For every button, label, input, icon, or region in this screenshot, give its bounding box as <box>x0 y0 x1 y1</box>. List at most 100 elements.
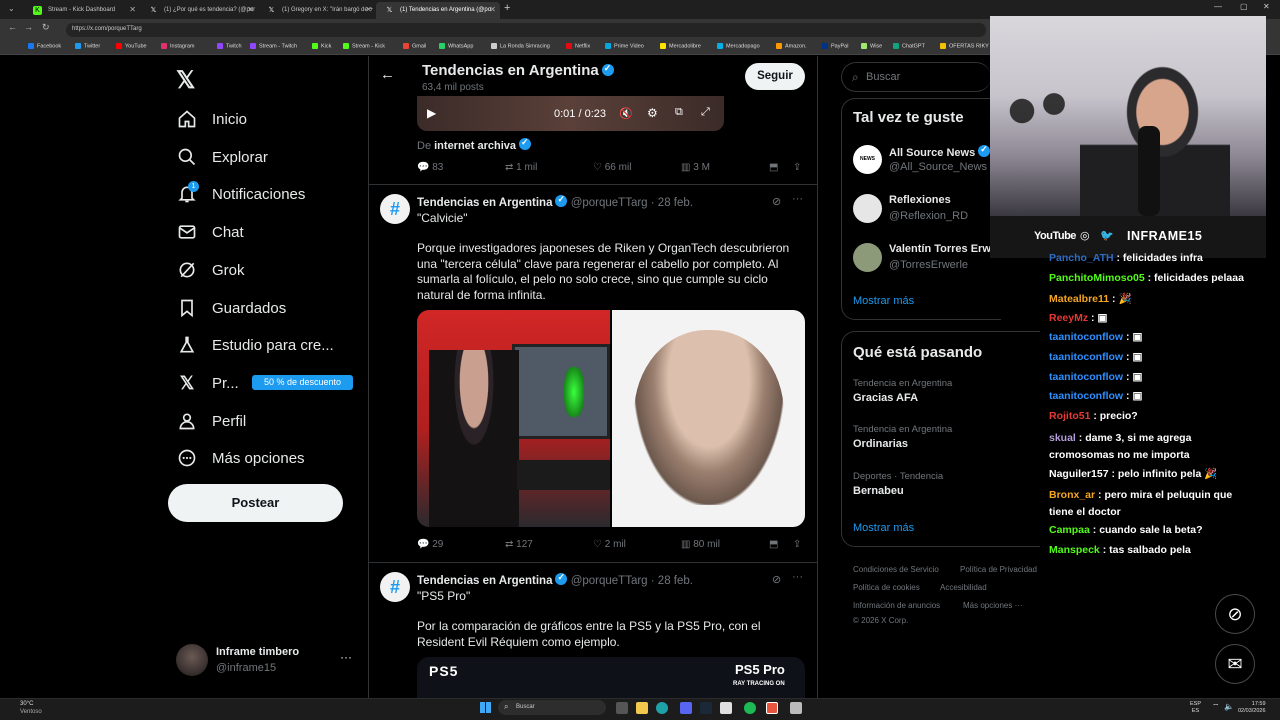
chat-username[interactable]: Manspeck <box>1049 544 1100 556</box>
footer-link[interactable]: Condiciones de Servicio <box>853 565 939 574</box>
x-logo-icon[interactable]: 𝕏 <box>176 66 195 95</box>
video-player[interactable]: ▶ 0:01 / 0:23 🔇 ⚙ ⧉ ⤢ <box>417 96 724 131</box>
file-explorer-icon[interactable] <box>636 702 648 714</box>
chat-username[interactable]: taanitoconflow <box>1049 390 1123 402</box>
footer-link[interactable]: Política de Privacidad <box>960 565 1037 574</box>
browser-tab-4-active[interactable]: 𝕏 (1) Tendencias en Argentina (@po ✕ <box>376 2 500 19</box>
bookmark-item[interactable]: Netflix <box>566 43 590 49</box>
grok-fab-icon[interactable]: ⊘ <box>1215 594 1255 634</box>
bookmark-item[interactable]: Instagram <box>161 43 194 49</box>
bookmark-item[interactable]: Gmail <box>403 43 426 49</box>
views-stat[interactable]: ▥ 3 M <box>681 162 710 173</box>
footer-link[interactable]: Accesibilidad <box>940 583 987 592</box>
bookmark-item[interactable]: Twitch <box>217 43 242 49</box>
printer-icon[interactable] <box>790 702 802 714</box>
sidebar-item-chat[interactable]: Chat <box>176 217 244 247</box>
chat-username[interactable]: Pancho_ATH <box>1049 252 1114 264</box>
trend-item[interactable]: Deportes · Tendencia Bernabeu <box>853 471 1033 497</box>
post-media-left[interactable] <box>417 310 610 527</box>
discord-icon[interactable] <box>680 702 692 714</box>
window-minimize-icon[interactable]: — <box>1214 2 1222 11</box>
settings-gear-icon[interactable]: ⚙ <box>647 106 658 120</box>
trend-item[interactable]: Tendencia en Argentina Ordinarias <box>853 424 1033 450</box>
forward-icon[interactable]: → <box>24 22 33 32</box>
bookmark-item[interactable]: Stream - Kick <box>343 43 385 49</box>
app-icon[interactable] <box>720 702 732 714</box>
edge-icon[interactable] <box>656 702 668 714</box>
taskbar-search[interactable]: ⌕ Buscar <box>498 700 606 715</box>
messages-fab-icon[interactable]: ✉ <box>1215 644 1255 684</box>
repost-button[interactable]: ⇄ 127 <box>505 539 533 550</box>
close-tab-icon[interactable]: ✕ <box>365 5 372 14</box>
search-input[interactable]: ⌕ Buscar <box>841 62 991 92</box>
trend-item[interactable]: Tendencia en Argentina Gracias AFA <box>853 378 1033 404</box>
share-icon[interactable]: ⇪ <box>793 162 801 173</box>
new-tab-icon[interactable]: + <box>504 2 510 14</box>
more-horizontal-icon[interactable]: ··· <box>340 650 352 664</box>
reply-button[interactable]: 💬 83 <box>417 162 443 173</box>
reload-icon[interactable]: ↻ <box>42 22 50 33</box>
close-tab-icon[interactable]: ✕ <box>489 5 496 14</box>
footer-link[interactable]: Más opciones ··· <box>963 601 1023 610</box>
sidebar-item-inicio[interactable]: Inicio <box>176 104 247 134</box>
chat-username[interactable]: taanitoconflow <box>1049 331 1123 343</box>
bookmark-item[interactable]: Kick <box>312 43 331 49</box>
fullscreen-icon[interactable]: ⤢ <box>701 106 710 119</box>
bookmark-item[interactable]: Facebook <box>28 43 61 49</box>
play-icon[interactable]: ▶ <box>427 106 436 120</box>
more-horizontal-icon[interactable]: ··· <box>792 571 803 583</box>
post-media-right[interactable] <box>612 310 805 527</box>
spotify-icon[interactable] <box>744 702 756 714</box>
bookmark-item[interactable]: WhatsApp <box>439 43 473 49</box>
suggestion-item[interactable]: NEWS All Source News @All_Source_News <box>853 143 991 177</box>
volume-icon[interactable]: 🔈 <box>1224 702 1234 711</box>
start-icon[interactable] <box>480 702 491 713</box>
share-icon[interactable]: ⇪ <box>793 539 801 550</box>
obs-icon[interactable] <box>766 702 778 714</box>
chat-username[interactable]: Naguiler157 <box>1049 468 1109 480</box>
avatar[interactable]: # <box>380 194 410 224</box>
close-tab-icon[interactable]: ✕ <box>247 5 254 14</box>
bookmark-item[interactable]: Stream - Twitch <box>250 43 297 49</box>
sidebar-item-premium[interactable]: 𝕏 Pr... <box>176 368 239 398</box>
grok-icon[interactable]: ⊘ <box>772 195 781 208</box>
bookmark-item[interactable]: ChatGPT <box>893 43 925 49</box>
language-indicator[interactable]: ESP ES <box>1190 701 1201 715</box>
bookmark-icon[interactable]: ⬒ <box>769 539 778 550</box>
tab-search-icon[interactable]: ⌄ <box>8 4 15 13</box>
wifi-icon[interactable]: ⌔ <box>1212 702 1220 712</box>
back-arrow-icon[interactable]: ← <box>380 66 395 83</box>
task-view-icon[interactable] <box>616 702 628 714</box>
trends-show-more-link[interactable]: Mostrar más <box>853 522 914 534</box>
sidebar-item-explorar[interactable]: Explorar <box>176 142 268 172</box>
chat-username[interactable]: Matealbre11 <box>1049 293 1109 305</box>
bookmark-item[interactable]: OFERTAS RIKY S <box>940 43 994 49</box>
bookmark-icon[interactable]: ⬒ <box>769 162 778 173</box>
sidebar-item-grok[interactable]: Grok <box>176 255 245 285</box>
avatar[interactable]: # <box>380 572 410 602</box>
repost-button[interactable]: ⇄ 1 mil <box>505 162 537 173</box>
chat-username[interactable]: taanitoconflow <box>1049 351 1123 363</box>
bookmark-item[interactable]: La Ronda Simracing <box>491 43 550 49</box>
chat-username[interactable]: taanitoconflow <box>1049 371 1123 383</box>
weather-widget[interactable]: 30°C Ventoso <box>20 700 42 716</box>
views-stat[interactable]: ▥ 80 mil <box>681 539 720 550</box>
url-field[interactable]: https://x.com/porqueTTarg <box>66 23 986 37</box>
post-media[interactable]: PS5 PS5 Pro RAY TRACING ON <box>417 657 805 698</box>
account-switcher[interactable]: Inframe timbero @inframe15 ··· <box>176 644 361 678</box>
sidebar-item-perfil[interactable]: Perfil <box>176 406 246 436</box>
reply-button[interactable]: 💬 29 <box>417 539 443 550</box>
footer-link[interactable]: Política de cookies <box>853 583 920 592</box>
steam-icon[interactable] <box>700 702 712 714</box>
chat-username[interactable]: Rojito51 <box>1049 410 1090 422</box>
back-icon[interactable]: ← <box>8 22 17 32</box>
footer-link[interactable]: Información de anuncios <box>853 601 940 610</box>
bookmark-item[interactable]: Mercadolibre <box>660 43 701 49</box>
bookmark-item[interactable]: Prime Video <box>605 43 644 49</box>
sidebar-item-notificaciones[interactable]: 1 Notificaciones <box>176 179 305 209</box>
follow-button[interactable]: Seguir <box>745 63 805 90</box>
window-maximize-icon[interactable]: ▢ <box>1240 2 1248 11</box>
like-button[interactable]: ♡ 2 mil <box>593 539 626 550</box>
browser-tab-2[interactable]: 𝕏 (1) ¿Por qué es tendencia? (@por ✕ <box>140 2 258 19</box>
pip-icon[interactable]: ⧉ <box>675 106 683 119</box>
